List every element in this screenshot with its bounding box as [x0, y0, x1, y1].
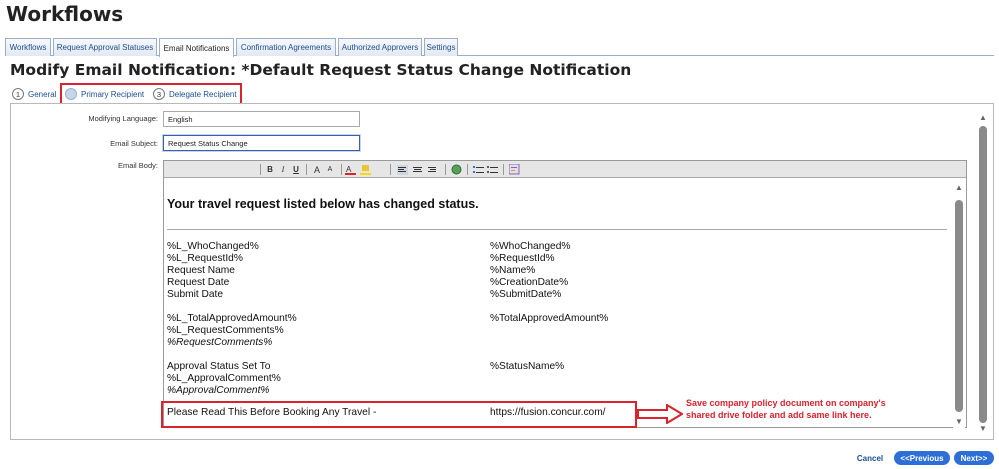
row-label: Submit Date	[167, 289, 224, 300]
annotation-note: Save company policy document on company'…	[686, 397, 916, 421]
row-label: %L_ApprovalComment%	[167, 373, 281, 384]
body-label: Email Body:	[117, 161, 158, 170]
step-number: 1	[12, 88, 24, 100]
tab-request-approval-statuses[interactable]: Request Approval Statuses	[53, 38, 157, 56]
numbered-list-button[interactable]	[473, 164, 484, 175]
language-label: Modifying Language:	[88, 114, 158, 123]
highlight-color-icon	[360, 165, 371, 175]
panel-scrollbar[interactable]: ▲ ▼	[977, 110, 989, 435]
row-label: %L_WhoChanged%	[167, 241, 259, 252]
bold-button[interactable]: B	[265, 164, 275, 175]
scroll-thumb[interactable]	[955, 200, 963, 412]
toolbar-separator	[503, 164, 504, 175]
row-label: Request Name	[167, 265, 235, 276]
row-label: %L_RequestComments%	[167, 325, 284, 336]
toolbar-separator	[390, 164, 391, 175]
app-title: Workflows	[6, 2, 124, 26]
link-icon	[451, 164, 462, 175]
annotation-line: Save company policy document on company'…	[686, 398, 886, 408]
numbered-list-icon	[473, 165, 484, 173]
bullet-list-icon	[487, 165, 498, 173]
step-label: General	[28, 89, 57, 99]
next-button[interactable]: Next>>	[954, 451, 994, 465]
tab-confirmation-agreements[interactable]: Confirmation Agreements	[236, 38, 336, 56]
highlight-color-button[interactable]	[360, 164, 372, 175]
email-body-editor[interactable]: B I U A A A Your travel request listed b…	[163, 160, 967, 428]
row-value: %StatusName%	[490, 361, 565, 372]
tab-bar: Workflows Request Approval Statuses Emai…	[5, 38, 994, 57]
row-value: %SubmitDate%	[490, 289, 562, 300]
tab-workflows[interactable]: Workflows	[5, 38, 51, 56]
scroll-down-icon[interactable]: ▼	[954, 416, 964, 426]
cancel-button[interactable]: Cancel	[856, 451, 884, 465]
align-right-button[interactable]	[426, 164, 437, 175]
source-icon	[509, 164, 520, 175]
underline-button[interactable]: U	[291, 164, 301, 175]
row-label: %L_TotalApprovedAmount%	[167, 313, 297, 324]
font-size-up-button[interactable]: A	[312, 164, 322, 175]
scroll-up-icon[interactable]: ▲	[978, 112, 988, 122]
row-value: %WhoChanged%	[490, 241, 571, 252]
italic-button[interactable]: I	[278, 164, 288, 175]
row-label: Approval Status Set To	[167, 361, 271, 372]
divider	[167, 229, 947, 230]
row-value: %Name%	[490, 265, 536, 276]
align-center-button[interactable]	[412, 164, 423, 175]
highlight-box-policy	[161, 401, 637, 428]
page-title: Modify Email Notification: *Default Requ…	[10, 61, 632, 79]
editor-toolbar: B I U A A A	[164, 161, 966, 178]
annotation-line: shared drive folder and add same link he…	[686, 410, 872, 420]
align-center-icon	[413, 166, 422, 172]
subject-field[interactable]: Request Status Change	[163, 135, 360, 151]
scroll-thumb[interactable]	[979, 126, 987, 423]
link-button[interactable]	[451, 164, 462, 175]
font-size-down-button[interactable]: A	[325, 164, 335, 175]
toolbar-separator	[467, 164, 468, 175]
row-label: Request Date	[167, 277, 230, 288]
row-label: %RequestComments%	[167, 337, 273, 348]
align-left-icon	[397, 164, 408, 175]
highlight-box-steps	[60, 83, 242, 105]
toolbar-separator	[341, 164, 342, 175]
bullet-list-button[interactable]	[487, 164, 498, 175]
row-value: %CreationDate%	[490, 277, 569, 288]
text-color-icon: A	[345, 165, 356, 175]
source-button[interactable]	[509, 164, 520, 175]
row-value: %RequestId%	[490, 253, 555, 264]
email-heading: Your travel request listed below has cha…	[167, 197, 479, 211]
row-value: %TotalApprovedAmount%	[490, 313, 609, 324]
step-general[interactable]: 1 General	[12, 87, 56, 101]
align-left-button[interactable]	[397, 164, 408, 175]
row-label: %ApprovalComment%	[167, 385, 270, 396]
svg-text:A: A	[346, 165, 352, 174]
editor-scrollbar[interactable]: ▲ ▼	[953, 180, 965, 428]
align-right-icon	[428, 166, 436, 172]
subject-label: Email Subject:	[110, 139, 158, 148]
previous-button[interactable]: <<Previous	[894, 451, 950, 465]
language-field[interactable]: English	[163, 111, 360, 127]
scroll-up-icon[interactable]: ▲	[954, 182, 964, 192]
text-color-button[interactable]: A	[345, 164, 357, 175]
toolbar-separator	[306, 164, 307, 175]
toolbar-separator	[260, 164, 261, 175]
row-label: %L_RequestId%	[167, 253, 243, 264]
toolbar-separator	[445, 164, 446, 175]
tab-settings[interactable]: Settings	[424, 38, 458, 56]
email-body-content[interactable]: Your travel request listed below has cha…	[164, 179, 950, 428]
scroll-down-icon[interactable]: ▼	[978, 423, 988, 433]
tab-authorized-approvers[interactable]: Authorized Approvers	[338, 38, 422, 56]
tab-email-notifications[interactable]: Email Notifications	[159, 38, 234, 57]
annotation-arrow-icon	[637, 404, 683, 424]
